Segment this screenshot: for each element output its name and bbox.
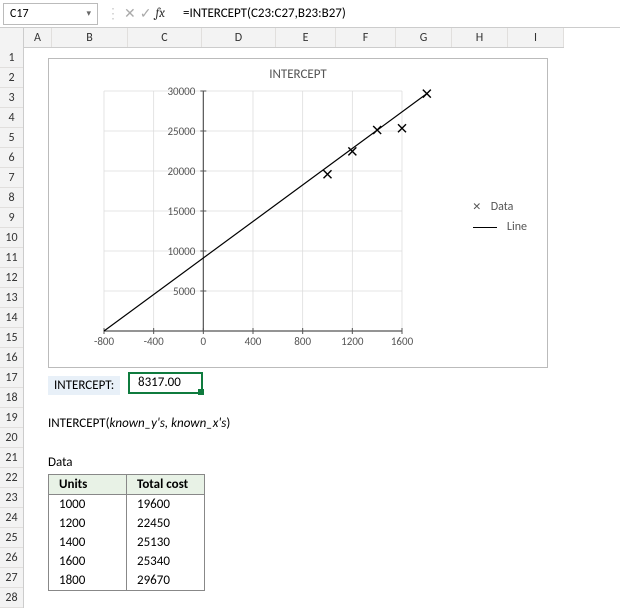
row-header[interactable]: 2 (0, 68, 23, 88)
svg-text:400: 400 (245, 335, 262, 348)
spreadsheet-grid[interactable]: ABCDEFGHI 123456789101112131415161718192… (0, 28, 620, 616)
svg-text:1200: 1200 (341, 335, 364, 348)
row-header[interactable]: 20 (0, 428, 23, 448)
svg-text:5000: 5000 (173, 285, 196, 298)
chart-legend: ✕Data Line (473, 199, 527, 240)
svg-text:15000: 15000 (167, 205, 195, 218)
svg-text:1600: 1600 (391, 335, 414, 348)
row-header[interactable]: 21 (0, 448, 23, 468)
table-row: 160025340 (49, 552, 205, 571)
row-header[interactable]: 7 (0, 168, 23, 188)
table-header-row: Units Total cost (49, 475, 205, 495)
row-header[interactable]: 9 (0, 208, 23, 228)
row-header[interactable]: 17 (0, 368, 23, 388)
table-row: 120022450 (49, 514, 205, 533)
chart-title: INTERCEPT (49, 59, 547, 82)
column-header[interactable]: H (452, 28, 508, 47)
totalcost-header: Total cost (127, 475, 205, 495)
row-header[interactable]: 26 (0, 548, 23, 568)
svg-text:-800: -800 (94, 335, 115, 348)
svg-text:30000: 30000 (167, 85, 195, 98)
column-header[interactable]: B (52, 28, 128, 47)
row-header[interactable]: 14 (0, 308, 23, 328)
row-header[interactable]: 5 (0, 128, 23, 148)
row-header[interactable]: 8 (0, 188, 23, 208)
svg-text:25000: 25000 (167, 125, 195, 138)
data-table: Units Total cost 10001960012002245014002… (48, 474, 205, 591)
row-header[interactable]: 1 (0, 48, 23, 68)
table-row: 100019600 (49, 495, 205, 515)
row-header[interactable]: 11 (0, 248, 23, 268)
column-header[interactable]: I (508, 28, 564, 47)
svg-text:800: 800 (294, 335, 311, 348)
embedded-chart[interactable]: INTERCEPT -800 -400 0 400 800 1200 1600 5000 100… (48, 58, 548, 368)
divider: ⋮ (106, 5, 120, 22)
row-header[interactable]: 19 (0, 408, 23, 428)
data-heading: Data (48, 455, 73, 470)
row-header[interactable]: 25 (0, 528, 23, 548)
row-header[interactable]: 3 (0, 88, 23, 108)
table-row: 140025130 (49, 533, 205, 552)
column-header[interactable]: D (202, 28, 276, 47)
formula-bar: C17 ▾ ⋮ ✕ ✓ fx (0, 0, 620, 28)
fill-handle[interactable] (198, 389, 204, 395)
intercept-value: 8317.00 (138, 375, 181, 390)
column-header[interactable]: E (276, 28, 336, 47)
row-header[interactable]: 28 (0, 588, 23, 608)
table-body: 1000196001200224501400251301600253401800… (49, 495, 205, 591)
row-headers: 1234567891011121314151617181920212223242… (0, 48, 24, 608)
chart-plot-area: -800-40004008001200160050001000015000200… (104, 91, 402, 331)
accept-icon[interactable]: ✓ (140, 5, 152, 22)
chevron-down-icon[interactable]: ▾ (86, 8, 91, 19)
svg-text:10000: 10000 (167, 245, 195, 258)
function-syntax: INTERCEPT(known_y's, known_x's) (48, 416, 230, 431)
cancel-icon[interactable]: ✕ (124, 5, 136, 22)
column-header[interactable]: F (336, 28, 396, 47)
table-row: 180029670 (49, 571, 205, 591)
row-header[interactable]: 22 (0, 468, 23, 488)
fx-icon[interactable]: fx (155, 6, 171, 21)
row-header[interactable]: 13 (0, 288, 23, 308)
select-all-corner[interactable] (0, 28, 24, 48)
svg-text:20000: 20000 (167, 165, 195, 178)
formula-icon-group: ⋮ ✕ ✓ fx (98, 5, 179, 22)
column-header[interactable]: G (396, 28, 452, 47)
row-header[interactable]: 10 (0, 228, 23, 248)
row-header[interactable]: 18 (0, 388, 23, 408)
cell-reference: C17 (10, 7, 29, 21)
units-header: Units (49, 475, 127, 495)
svg-text:0: 0 (201, 335, 207, 348)
x-marker-icon: ✕ (473, 199, 481, 214)
row-header[interactable]: 12 (0, 268, 23, 288)
selected-cell[interactable]: 8317.00 (128, 372, 203, 394)
row-header[interactable]: 15 (0, 328, 23, 348)
row-header[interactable]: 16 (0, 348, 23, 368)
legend-item-line: Line (473, 220, 527, 234)
name-box[interactable]: C17 ▾ (3, 3, 98, 25)
row-header[interactable]: 27 (0, 568, 23, 588)
intercept-label: INTERCEPT: (48, 376, 120, 395)
line-icon (473, 227, 497, 228)
row-header[interactable]: 23 (0, 488, 23, 508)
column-headers: ABCDEFGHI (0, 28, 564, 48)
svg-text:-400: -400 (144, 335, 165, 348)
column-header[interactable]: A (24, 28, 52, 47)
legend-item-data: ✕Data (473, 199, 527, 214)
formula-input[interactable] (179, 0, 620, 27)
row-header[interactable]: 4 (0, 108, 23, 128)
row-header[interactable]: 6 (0, 148, 23, 168)
column-header[interactable]: C (128, 28, 202, 47)
row-header[interactable]: 24 (0, 508, 23, 528)
